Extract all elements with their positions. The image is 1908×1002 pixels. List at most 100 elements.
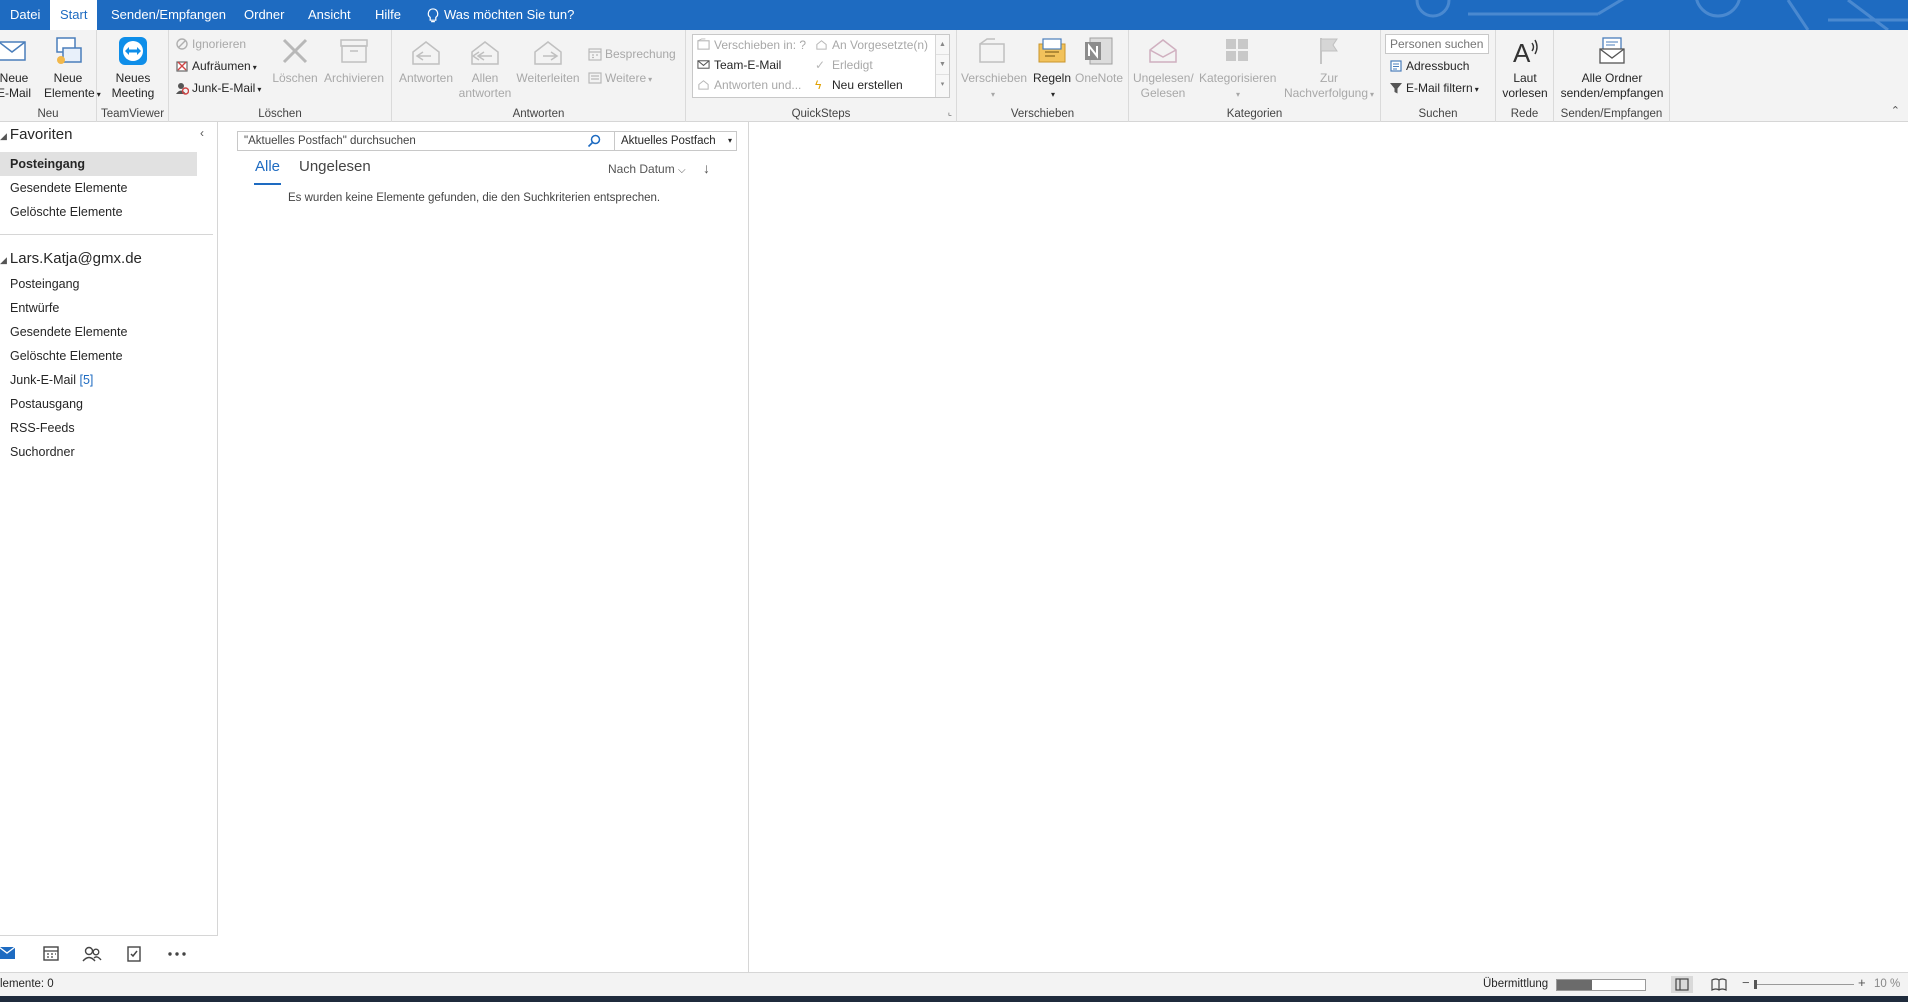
quickstep-team-label: Team-E-Mail <box>714 58 782 72</box>
ignore-icon <box>176 38 188 50</box>
folder-rss[interactable]: RSS-Feeds <box>0 416 197 440</box>
group-label-kategorien: Kategorien <box>1226 108 1283 120</box>
group-label-neu: Neu <box>37 108 59 120</box>
tell-me-search[interactable]: Was möchten Sie tun? <box>426 0 574 30</box>
tab-ansicht[interactable]: Ansicht <box>298 0 361 30</box>
scroll-up-icon[interactable]: ▲ <box>936 35 949 55</box>
sort-dropdown[interactable]: Nach Datum ⌵ <box>608 162 686 176</box>
tab-hilfe[interactable]: Hilfe <box>365 0 411 30</box>
expand-triangle-icon: ◢ <box>0 255 7 265</box>
tab-all[interactable]: Alle <box>255 158 280 175</box>
scroll-down-icon[interactable]: ▼ <box>936 55 949 75</box>
mail-icon[interactable] <box>0 942 22 966</box>
message-list: Aktuelles Postfach ▾ Alle Ungelesen Nach … <box>219 122 749 972</box>
onenote-button[interactable]: OneNote <box>1073 34 1125 86</box>
quickstep-to-manager[interactable]: An Vorgesetzte(n) <box>815 36 928 54</box>
delete-button[interactable]: Löschen <box>272 34 318 86</box>
account-header[interactable]: ◢ Lars.Katja@gmx.de <box>0 250 142 267</box>
ignore-button[interactable]: Ignorieren <box>175 34 246 54</box>
collapse-pane-icon[interactable]: ‹ <box>200 126 204 140</box>
search-people-input[interactable] <box>1385 34 1489 54</box>
quickstep-create-new[interactable]: ϟ Neu erstellen <box>815 76 903 94</box>
group-suchen: Adressbuch E-Mail filtern▾ Suchen <box>1381 30 1496 122</box>
folder-search[interactable]: Suchordner <box>0 440 197 464</box>
collapse-ribbon-icon[interactable]: ⌃ <box>1891 104 1900 117</box>
quickstep-done[interactable]: ✓ Erledigt <box>815 56 873 74</box>
favorites-header[interactable]: ◢ Favoriten <box>0 126 72 143</box>
move-label: Verschieben <box>961 71 1028 85</box>
favorite-deleted[interactable]: Gelöschte Elemente <box>0 200 197 224</box>
rules-icon <box>1038 38 1066 63</box>
quickstep-move-to[interactable]: Verschieben in: ? <box>697 36 806 54</box>
move-button[interactable]: Verschieben ▾ <box>961 34 1027 102</box>
reading-view-button[interactable] <box>1708 976 1730 993</box>
people-icon[interactable] <box>80 942 104 966</box>
forward-button[interactable]: Weiterleiten <box>516 34 580 86</box>
unread-read-button[interactable]: Ungelesen/ Gelesen <box>1133 34 1194 101</box>
meeting-button[interactable]: Besprechung <box>588 44 676 64</box>
read-aloud-button[interactable]: A Laut vorlesen <box>1500 34 1550 101</box>
normal-view-button[interactable] <box>1671 976 1693 993</box>
folder-inbox[interactable]: Posteingang <box>0 272 197 296</box>
quicksteps-scrollbar[interactable]: ▲ ▼ ▾ <box>935 35 949 97</box>
address-book-button[interactable]: Adressbuch <box>1389 56 1469 76</box>
quickstep-move-label: Verschieben in: ? <box>714 38 807 52</box>
filter-email-button[interactable]: E-Mail filtern ▾ <box>1389 78 1479 98</box>
folder-deleted[interactable]: Gelöschte Elemente <box>0 344 197 368</box>
folder-outbox[interactable]: Postausgang <box>0 392 197 416</box>
folder-junk[interactable]: Junk-E-Mail [5] <box>0 368 197 392</box>
reply-all-button[interactable]: Allen antworten <box>458 34 512 101</box>
rules-button[interactable]: Regeln ▾ <box>1031 34 1073 102</box>
followup-button[interactable]: Zur Nachverfolgung ▾ <box>1281 34 1377 102</box>
folder-drafts[interactable]: Entwürfe <box>0 296 197 320</box>
send-receive-all-button[interactable]: Alle Ordner senden/empfangen <box>1558 34 1666 101</box>
delete-icon <box>282 38 308 64</box>
calendar-icon[interactable] <box>39 942 63 966</box>
group-label-loeschen: Löschen <box>258 108 302 120</box>
quickstep-reply-delete[interactable]: Antworten und... <box>697 76 801 94</box>
quickstep-team-email[interactable]: Team-E-Mail <box>697 56 781 74</box>
zoom-out-button[interactable]: − <box>1742 975 1750 990</box>
cleanup-button[interactable]: Aufräumen ▾ <box>175 56 257 76</box>
dialog-launcher-icon[interactable]: ⌞ <box>948 107 952 118</box>
new-items-button[interactable]: Neue Elemente ▾ <box>44 34 101 102</box>
junk-button[interactable]: Junk-E-Mail ▾ <box>175 78 261 98</box>
search-input[interactable] <box>238 132 598 150</box>
categorize-button[interactable]: Kategorisieren ▾ <box>1199 34 1276 102</box>
new-meeting-button[interactable]: Neues Meeting <box>103 34 163 101</box>
favorite-inbox[interactable]: Posteingang <box>0 152 197 176</box>
sort-direction-icon[interactable]: ↓ <box>703 160 710 176</box>
read-aloud-icon: A <box>1513 38 1538 68</box>
tab-datei[interactable]: Datei <box>0 0 50 30</box>
forward-icon <box>534 41 562 65</box>
new-email-button[interactable]: Neue E-Mail <box>0 34 34 101</box>
folder-sent[interactable]: Gesendete Elemente <box>0 320 197 344</box>
delete-label: Löschen <box>272 71 318 85</box>
expand-gallery-icon[interactable]: ▾ <box>936 75 949 95</box>
new-items-icon <box>56 37 82 64</box>
cleanup-icon <box>176 61 188 72</box>
favorite-sent[interactable]: Gesendete Elemente <box>0 176 197 200</box>
zoom-slider[interactable] <box>1754 980 1854 989</box>
zoom-in-button[interactable]: + <box>1858 975 1866 990</box>
reply-label: Antworten <box>398 71 454 85</box>
chevron-down-icon: ⌵ <box>678 165 686 176</box>
more-options-icon[interactable] <box>165 942 189 966</box>
tab-unread[interactable]: Ungelesen <box>299 158 371 175</box>
search-scope-label: Aktuelles Postfach <box>621 135 716 147</box>
new-email-label: Neue E-Mail <box>0 71 31 100</box>
zoom-slider-thumb[interactable] <box>1754 980 1757 989</box>
search-scope-dropdown[interactable]: Aktuelles Postfach ▾ <box>614 132 736 150</box>
unread-read-label: Ungelesen/ Gelesen <box>1133 71 1194 100</box>
group-label-rede: Rede <box>1510 108 1539 120</box>
tab-start[interactable]: Start <box>50 0 98 30</box>
group-label-quicksteps: QuickSteps <box>791 108 851 120</box>
search-icon[interactable] <box>587 134 601 148</box>
group-teamviewer: Neues Meeting TeamViewer <box>97 30 169 122</box>
reply-button[interactable]: Antworten <box>396 34 456 86</box>
archive-button[interactable]: Archivieren <box>323 34 385 86</box>
more-button[interactable]: Weitere ▾ <box>588 68 652 88</box>
tasks-icon[interactable] <box>122 942 146 966</box>
tab-ordner[interactable]: Ordner <box>234 0 294 30</box>
tab-senden-empfangen[interactable]: Senden/Empfangen <box>101 0 236 30</box>
